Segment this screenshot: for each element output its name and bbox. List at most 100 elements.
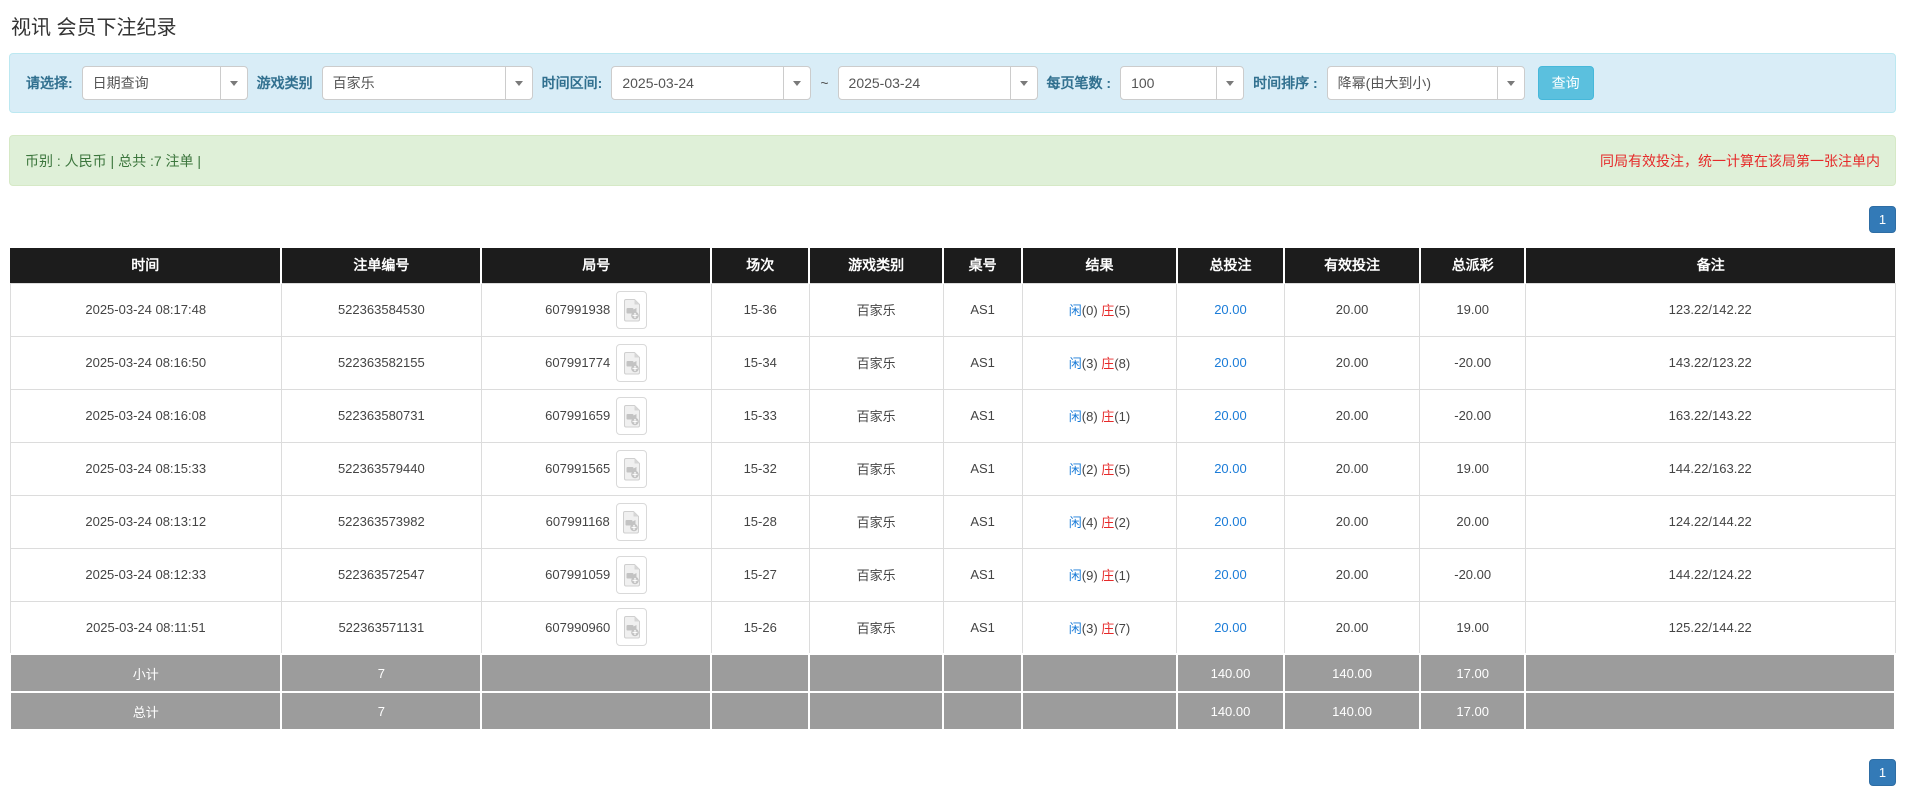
footer-empty-cell xyxy=(1021,691,1178,731)
total-bet-cell[interactable]: 20.00 xyxy=(1176,441,1285,496)
payout-cell: -20.00 xyxy=(1419,335,1526,390)
session-cell: 15-26 xyxy=(710,600,810,655)
total-bet-link[interactable]: 20.00 xyxy=(1214,567,1247,582)
total-bet-cell[interactable]: 20.00 xyxy=(1176,388,1285,443)
bet-time-cell: 2025-03-24 08:12:33 xyxy=(9,547,282,602)
remark-cell: 144.22/124.22 xyxy=(1524,547,1896,602)
query-type-label: 请选择: xyxy=(26,75,73,91)
sort-select[interactable]: 降幂(由大到小) xyxy=(1326,66,1525,100)
table-row: 2025-03-24 08:16:08 522363580731 607991659… xyxy=(9,388,1896,443)
header-result: 结果 xyxy=(1022,248,1178,283)
pagination-page-1[interactable]: 1 xyxy=(1869,759,1896,786)
table-footer: 小计 7 140.00 140.00 17.00 总计 7 140.00 140.00 17.00 xyxy=(8,653,1896,731)
query-type-select[interactable]: 日期查询 xyxy=(81,66,248,100)
per-page-value: 100 xyxy=(1131,75,1155,91)
date-from-select[interactable]: 2025-03-24 xyxy=(611,66,812,100)
result-player-label: 闲 xyxy=(1068,620,1082,636)
summary-left-text: 币别 : 人民币 | 总共 :7 注单 | xyxy=(25,152,202,169)
round-id-cell: 607991565 xyxy=(480,441,712,496)
result-cell: 闲(8) 庄(1) xyxy=(1021,388,1178,443)
total-bet-cell[interactable]: 20.00 xyxy=(1176,547,1285,602)
video-replay-icon xyxy=(623,298,640,321)
video-replay-button[interactable] xyxy=(616,396,648,435)
video-replay-button[interactable] xyxy=(616,449,648,488)
valid-bet-cell: 20.00 xyxy=(1283,441,1421,496)
remark-cell: 125.22/144.22 xyxy=(1524,600,1896,655)
result-banker-label: 庄 xyxy=(1101,515,1115,530)
total-bet-link[interactable]: 20.00 xyxy=(1214,355,1247,370)
result-cell: 闲(3) 庄(8) xyxy=(1021,335,1178,390)
round-id-value: 607991059 xyxy=(545,567,611,582)
header-session: 场次 xyxy=(711,248,811,283)
result-player-label: 闲 xyxy=(1068,462,1082,477)
total-bet-link[interactable]: 20.00 xyxy=(1214,514,1247,529)
total-bet-cell[interactable]: 20.00 xyxy=(1176,494,1285,549)
footer-count-cell: 7 xyxy=(280,653,483,693)
video-replay-icon xyxy=(623,616,640,639)
game-type-cell: 百家乐 xyxy=(808,335,944,390)
query-button[interactable]: 查询 xyxy=(1537,66,1594,100)
video-replay-button[interactable] xyxy=(615,502,647,541)
round-id-cell: 607991659 xyxy=(480,388,712,443)
table-no-cell: AS1 xyxy=(942,547,1023,602)
date-to-value: 2025-03-24 xyxy=(848,75,921,91)
total-bet-cell[interactable]: 20.00 xyxy=(1176,282,1285,337)
result-player-label: 闲 xyxy=(1068,356,1082,371)
payout-cell: 19.00 xyxy=(1419,282,1526,337)
total-bet-cell[interactable]: 20.00 xyxy=(1176,600,1285,655)
footer-empty-cell xyxy=(808,691,945,731)
header-remark: 备注 xyxy=(1525,248,1895,283)
footer-payout-cell: 17.00 xyxy=(1418,653,1527,693)
remark-cell: 144.22/163.22 xyxy=(1524,441,1896,496)
table-row: 2025-03-24 08:11:51 522363571131 607990960… xyxy=(9,600,1896,655)
total-bet-link[interactable]: 20.00 xyxy=(1214,620,1247,635)
total-bet-link[interactable]: 20.00 xyxy=(1214,302,1247,317)
round-id-value: 607991938 xyxy=(545,302,611,317)
round-id-cell: 607991774 xyxy=(480,335,712,390)
session-cell: 15-33 xyxy=(710,388,810,443)
summary-notice-text: 同局有效投注，统一计算在该局第一张注单内 xyxy=(1600,152,1880,169)
video-replay-button[interactable] xyxy=(616,290,648,329)
date-to-select[interactable]: 2025-03-24 xyxy=(837,66,1038,100)
bet-time-cell: 2025-03-24 08:16:50 xyxy=(9,335,282,390)
footer-empty-cell xyxy=(1524,653,1896,693)
header-bet-id: 注单编号 xyxy=(281,248,483,283)
game-type-cell: 百家乐 xyxy=(808,441,944,496)
game-type-select[interactable]: 百家乐 xyxy=(321,66,533,100)
session-cell: 15-27 xyxy=(710,547,810,602)
bet-time-cell: 2025-03-24 08:11:51 xyxy=(9,600,282,655)
result-banker-label: 庄 xyxy=(1101,356,1115,371)
footer-empty-cell xyxy=(1524,691,1896,731)
bet-id-cell: 522363584530 xyxy=(280,282,482,337)
header-round-id: 局号 xyxy=(481,248,713,283)
total-bet-cell[interactable]: 20.00 xyxy=(1176,335,1285,390)
per-page-select[interactable]: 100 xyxy=(1120,66,1245,100)
round-id-cell: 607991059 xyxy=(480,547,712,602)
grand-total-row: 总计 7 140.00 140.00 17.00 xyxy=(8,691,1896,731)
header-time: 时间 xyxy=(10,248,283,283)
footer-empty-cell xyxy=(480,653,713,693)
date-range-separator: ~ xyxy=(820,75,829,91)
table-row: 2025-03-24 08:17:48 522363584530 607991938… xyxy=(9,282,1896,337)
caret-down-icon xyxy=(783,67,810,99)
result-player-label: 闲 xyxy=(1068,568,1082,583)
video-replay-button[interactable] xyxy=(616,555,648,594)
table-no-cell: AS1 xyxy=(942,494,1023,549)
footer-empty-cell xyxy=(1021,653,1178,693)
game-type-cell: 百家乐 xyxy=(808,547,944,602)
total-bet-link[interactable]: 20.00 xyxy=(1214,408,1247,423)
video-replay-button[interactable] xyxy=(616,343,648,382)
bet-id-cell: 522363571131 xyxy=(280,600,482,655)
caret-down-icon xyxy=(1496,67,1524,99)
video-replay-icon xyxy=(623,563,640,586)
bet-records-table: 时间 注单编号 局号 场次 游戏类别 桌号 结果 总投注 有效投注 总派彩 备注… xyxy=(8,248,1896,731)
video-replay-icon xyxy=(623,404,640,427)
pagination-page-1[interactable]: 1 xyxy=(1869,206,1896,233)
footer-empty-cell xyxy=(710,691,811,731)
total-bet-link[interactable]: 20.00 xyxy=(1214,461,1247,476)
video-replay-button[interactable] xyxy=(616,608,648,647)
bet-time-cell: 2025-03-24 08:15:33 xyxy=(9,441,282,496)
game-type-label: 游戏类别 xyxy=(256,75,313,91)
payout-cell: 19.00 xyxy=(1419,441,1526,496)
result-player-label: 闲 xyxy=(1068,409,1082,424)
